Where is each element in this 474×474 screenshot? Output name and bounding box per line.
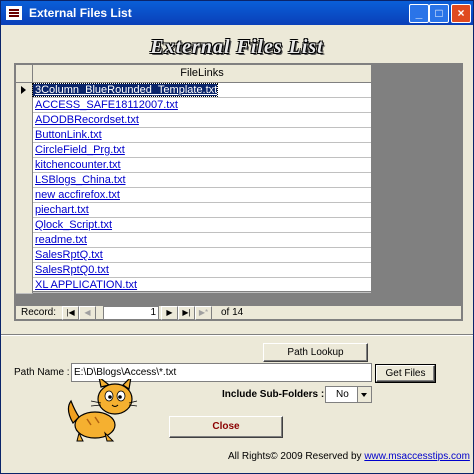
file-link-cell: SalesRptQ0.txt [33,263,371,278]
previous-record-icon[interactable]: ◀ [79,306,96,320]
current-record-field[interactable]: 1 [103,306,159,320]
cat-mascot-icon [67,379,138,442]
include-subfolders-label: Include Sub-Folders : [222,389,325,400]
file-link[interactable]: Qlock_Script.txt [33,219,112,231]
file-link-cell: piechart.txt [33,203,371,218]
file-link-cell: XL APPLICATION.txt [33,278,371,293]
column-header-filelinks[interactable]: FileLinks [33,65,371,82]
file-link[interactable]: ADODBRecordset.txt [33,114,139,126]
get-files-button[interactable]: Get Files [375,364,436,383]
main-window: External Files List _ □ × External Files… [0,0,474,474]
record-label: Record: [21,307,57,318]
file-link[interactable]: SalesRptQ0.txt [33,264,109,276]
record-selector[interactable] [16,98,33,114]
path-name-label: Path Name : [14,367,70,378]
file-link[interactable]: CircleField_Prg.txt [33,144,125,156]
table-row: ACCESS_SAFE18112007.txt [16,98,371,114]
file-link[interactable]: SalesRptQ.txt [33,249,103,261]
record-selector[interactable] [16,218,33,234]
table-row: CircleField_Prg.txt [16,143,371,159]
include-subfolders-value: No [336,389,349,400]
copyright-text: All Rights© 2009 Reserved by [228,451,362,462]
table-row: XL APPLICATION.txt [16,278,371,294]
file-link-cell: ADODBRecordset.txt [33,113,371,128]
close-button[interactable]: Close [169,416,283,438]
table-row: 3Column_BlueRounded_Template.txt [16,83,371,99]
footer: All Rights© 2009 Reserved by www.msacces… [228,451,470,462]
page-title: External Files List [150,36,324,58]
file-link[interactable]: new accfirefox.txt [33,189,120,201]
website-link[interactable]: www.msaccesstips.com [364,451,470,462]
file-link[interactable]: ACCESS_SAFE18112007.txt [33,99,178,111]
file-link-cell: kitchencounter.txt [33,158,371,173]
chevron-down-icon[interactable] [357,387,371,402]
file-link-cell: CircleField_Prg.txt [33,143,371,158]
file-link[interactable]: readme.txt [33,234,87,246]
table-row: readme.txt [16,233,371,249]
next-record-icon[interactable]: ▶ [161,306,178,320]
include-subfolders-select[interactable]: No [325,386,372,403]
file-link[interactable]: piechart.txt [33,204,89,216]
table-row: kitchencounter.txt [16,158,371,174]
new-record-icon[interactable]: ▶* [195,306,212,320]
file-link-cell: ACCESS_SAFE18112007.txt [33,98,371,113]
file-link-cell: readme.txt [33,233,371,248]
path-lookup-button[interactable]: Path Lookup [263,343,368,362]
record-selector[interactable] [16,263,33,279]
record-selector[interactable] [16,83,33,99]
file-link[interactable]: LSBlogs_China.txt [33,174,126,186]
grid-header: FileLinks [16,65,371,83]
table-row: new accfirefox.txt [16,188,371,204]
maximize-button[interactable]: □ [429,4,449,23]
first-record-icon[interactable]: |◀ [62,306,79,320]
record-selector[interactable] [16,278,33,294]
record-selector[interactable] [16,203,33,219]
file-link-cell: SalesRptQ.txt [33,248,371,263]
table-row: piechart.txt [16,203,371,219]
file-link-cell: LSBlogs_China.txt [33,173,371,188]
file-link-cell: Qlock_Script.txt [33,218,371,233]
title-bar: External Files List _ □ × [1,1,473,25]
file-link-cell: 3Column_BlueRounded_Template.txt [31,83,371,98]
record-selector[interactable] [16,248,33,264]
close-window-button[interactable]: × [451,4,471,23]
minimize-button[interactable]: _ [409,4,429,23]
table-row: SalesRptQ.txt [16,248,371,264]
record-selector[interactable] [16,233,33,249]
record-selector[interactable] [16,173,33,189]
table-row: Qlock_Script.txt [16,218,371,234]
divider [1,334,473,336]
file-links-grid: FileLinks 3Column_BlueRounded_Template.t… [16,65,371,294]
form-icon [6,6,22,20]
record-selector[interactable] [16,188,33,204]
file-link[interactable]: 3Column_BlueRounded_Template.txt [31,83,219,97]
file-link[interactable]: ButtonLink.txt [33,129,102,141]
table-row: ButtonLink.txt [16,128,371,144]
record-selector[interactable] [16,158,33,174]
table-row: LSBlogs_China.txt [16,173,371,189]
table-row: ADODBRecordset.txt [16,113,371,129]
record-selector[interactable] [16,113,33,129]
file-link[interactable]: XL APPLICATION.txt [33,279,137,291]
record-selector[interactable] [16,128,33,144]
file-links-subform: FileLinks 3Column_BlueRounded_Template.t… [14,63,463,321]
file-link-cell: ButtonLink.txt [33,128,371,143]
last-record-icon[interactable]: ▶| [178,306,195,320]
window-title: External Files List [29,6,132,20]
file-link-cell: new accfirefox.txt [33,188,371,203]
file-link[interactable]: kitchencounter.txt [33,159,121,171]
record-navigation-bar: Record: |◀ ◀ 1 ▶ ▶| ▶* of 14 [16,306,461,320]
record-count: of 14 [221,307,244,318]
grid-corner[interactable] [16,65,33,82]
table-row: SalesRptQ0.txt [16,263,371,279]
record-selector[interactable] [16,143,33,159]
